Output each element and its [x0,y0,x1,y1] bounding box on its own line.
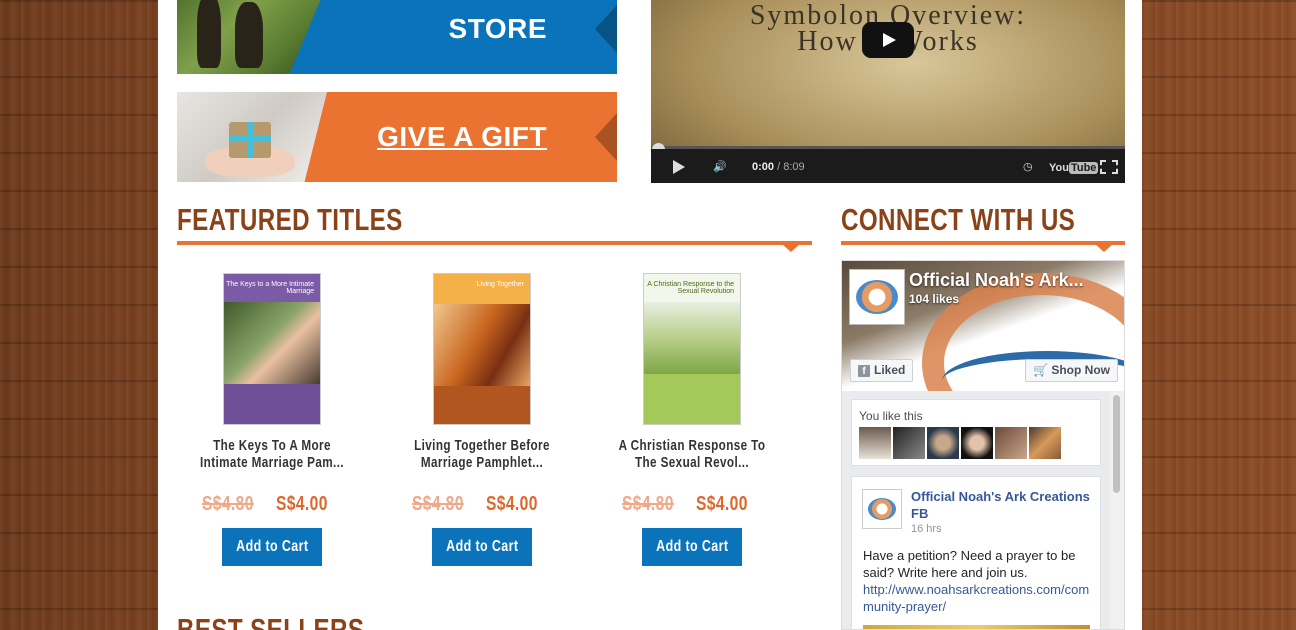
add-to-cart-button[interactable]: Add to Cart [432,528,532,566]
banner-notch [595,113,617,161]
best-sellers-heading: BEST SELLERS [177,612,365,630]
product-card: A Christian Response to the Sexual Revol… [587,274,797,566]
product-prices: S$4.80 S$4.00 [377,493,587,519]
avatar[interactable] [961,427,993,459]
video-time: 0:00 / 8:09 [752,161,805,173]
facebook-page-logo[interactable] [849,269,905,325]
sale-price: S$4.00 [486,493,538,515]
product-title[interactable]: A Christian Response To The Sexual Revol… [587,437,797,471]
avatar[interactable] [927,427,959,459]
youtube-logo[interactable]: You Tube [1049,162,1099,174]
add-to-cart-button[interactable]: Add to Cart [642,528,742,566]
volume-icon[interactable]: 🔊 [713,160,727,173]
post-image[interactable] [863,625,1090,629]
watch-later-icon[interactable]: ◷ [1023,160,1033,173]
post-author-avatar[interactable] [862,489,902,529]
give-a-gift-link[interactable]: GIVE A GIFT [377,121,547,153]
product-card: Living Together Living Together Before M… [377,274,587,566]
facebook-page-widget: Official Noah's Ark... 104 likes f Liked … [841,260,1125,630]
add-to-cart-button[interactable]: Add to Cart [222,528,322,566]
product-card: The Keys to a More Intimate Marriage The… [167,274,377,566]
avatar[interactable] [1029,427,1061,459]
post-author-name[interactable]: Official Noah's Ark Creations FB [911,488,1091,522]
avatar[interactable] [995,427,1027,459]
fullscreen-icon[interactable] [1100,160,1118,174]
banner-notch [595,5,617,53]
product-cover-image[interactable]: The Keys to a More Intimate Marriage [224,274,320,424]
cart-icon: 🛒 [1033,363,1048,377]
featured-titles-heading: FEATURED TITLES [177,202,403,237]
store-label[interactable]: STORE [449,13,547,45]
facebook-cover-image[interactable]: Official Noah's Ark... 104 likes f Liked … [842,261,1124,391]
video-control-bar: 🔊 0:00 / 8:09 ◷ You Tube [651,149,1125,183]
post-body: Have a petition? Need a prayer to be sai… [863,547,1098,615]
post-link[interactable]: http://www.noahsarkcreations.com/communi… [863,581,1098,615]
connect-with-us-heading: CONNECT WITH US [841,202,1076,237]
gift-banner-photo [177,92,327,182]
product-title[interactable]: The Keys To A More Intimate Marriage Pam… [167,437,377,471]
product-title[interactable]: Living Together Before Marriage Pamphlet… [377,437,587,471]
product-prices: S$4.80 S$4.00 [587,493,797,519]
old-price: S$4.80 [411,493,464,515]
store-banner-photo [177,0,327,74]
avatar[interactable] [893,427,925,459]
shop-now-button[interactable]: 🛒 Shop Now [1025,359,1118,382]
old-price: S$4.80 [201,493,254,515]
connect-underline [841,241,1125,252]
avatar[interactable] [859,427,891,459]
play-icon[interactable] [862,22,914,58]
you-like-this-card: You like this [851,399,1101,466]
post-timestamp[interactable]: 16 hrs [911,523,942,535]
old-price: S$4.80 [621,493,674,515]
play-button-icon[interactable] [673,160,685,174]
facebook-scrollbar[interactable] [1110,391,1124,629]
product-cover-image[interactable]: Living Together [434,274,530,424]
video-player[interactable]: Symbolon Overview: How It Works 🔊 0:00 /… [651,0,1125,183]
you-like-this-label: You like this [859,409,923,423]
page-content: STORE GIVE A GIFT Symbolon Overview: How… [158,0,1142,630]
facebook-page-name[interactable]: Official Noah's Ark... [909,270,1084,291]
facebook-like-count: 104 likes [909,292,960,306]
sale-price: S$4.00 [276,493,328,515]
liked-button[interactable]: f Liked [850,359,914,382]
give-a-gift-banner[interactable]: GIVE A GIFT [177,92,617,182]
facebook-f-icon: f [858,365,870,377]
featured-titles-underline [177,241,812,252]
scrollbar-thumb[interactable] [1113,395,1120,493]
facebook-post: Official Noah's Ark Creations FB 16 hrs … [851,476,1101,629]
store-banner[interactable]: STORE [177,0,617,74]
product-prices: S$4.80 S$4.00 [167,493,377,519]
product-cover-image[interactable]: A Christian Response to the Sexual Revol… [644,274,740,424]
sale-price: S$4.00 [696,493,748,515]
